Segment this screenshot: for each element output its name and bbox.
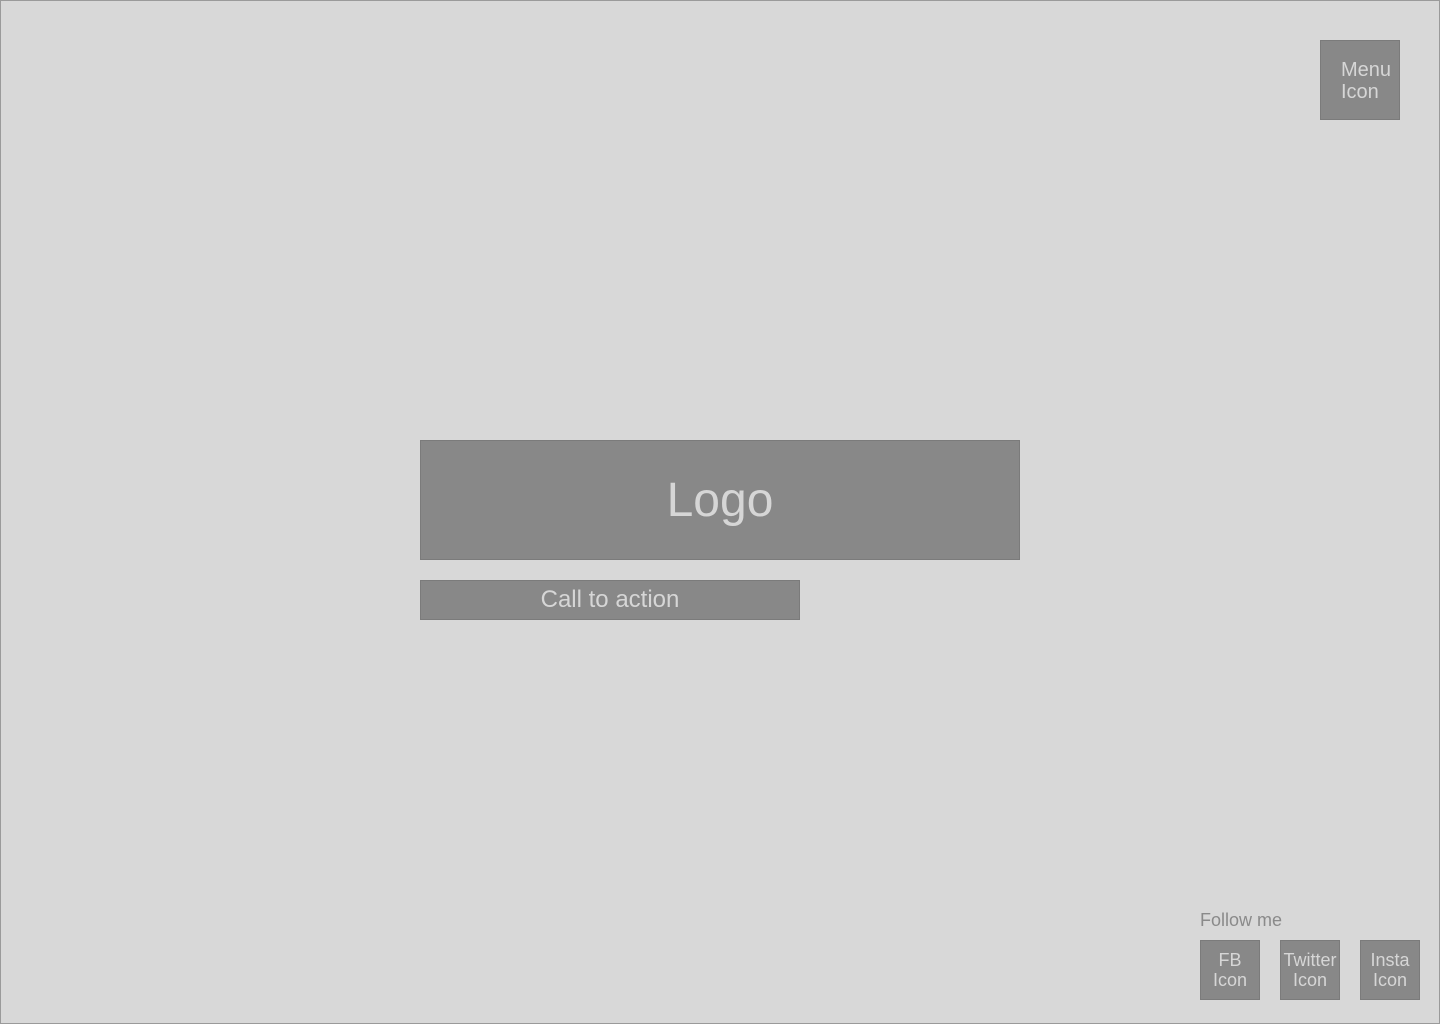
facebook-icon-label-line2: Icon [1212, 970, 1248, 990]
logo-text: Logo [666, 473, 774, 527]
follow-me-label: Follow me [1200, 910, 1283, 930]
instagram-icon-label-line2: Icon [1372, 970, 1408, 990]
menu-icon-label-line2: Icon [1341, 81, 1379, 103]
call-to-action-button[interactable]: Call to action [420, 580, 800, 620]
menu-icon-label-line1: Menu [1341, 59, 1392, 81]
call-to-action-label: Call to action [540, 586, 680, 613]
facebook-icon-label-line1: FB [1218, 950, 1242, 970]
instagram-icon[interactable]: Insta Icon [1360, 940, 1420, 1000]
logo: Logo [420, 440, 1020, 560]
twitter-icon[interactable]: Twitter Icon [1280, 940, 1340, 1000]
twitter-icon-label-line1: Twitter [1283, 950, 1337, 970]
twitter-icon-label-line2: Icon [1292, 970, 1328, 990]
menu-icon[interactable]: Menu Icon [1320, 40, 1400, 120]
facebook-icon[interactable]: FB Icon [1200, 940, 1260, 1000]
instagram-icon-label-line1: Insta [1370, 950, 1410, 970]
